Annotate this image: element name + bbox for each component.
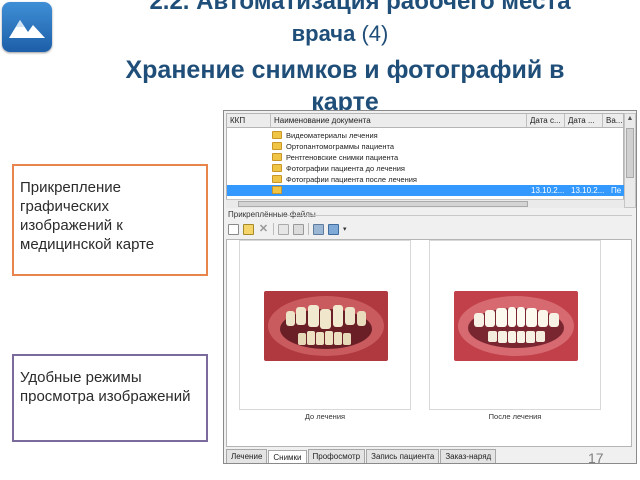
tab-treatment[interactable]: Лечение (226, 449, 268, 463)
image-viewer: До лечения После лечения (226, 239, 632, 447)
chevron-down-icon[interactable]: ▾ (343, 225, 349, 233)
grid-header-document-name[interactable]: Наименование документа (271, 114, 527, 127)
horizontal-scroll-thumb[interactable] (238, 201, 528, 207)
app-logo (2, 2, 52, 52)
folder-icon (272, 153, 282, 161)
callout-attach-images: Прикрепление графических изображений к м… (12, 164, 208, 276)
slide-title-doctor: врача (291, 21, 356, 46)
copy-icon[interactable] (278, 223, 289, 235)
edit-icon[interactable] (243, 223, 254, 235)
folder-icon (272, 131, 282, 139)
scroll-up-icon[interactable]: ▲ (625, 114, 635, 124)
tree-row-date-from: 13.10.2... (531, 186, 565, 195)
folder-icon (272, 142, 282, 150)
folder-icon (272, 186, 282, 194)
grid-header-date-from[interactable]: Дата с... (527, 114, 565, 127)
view-mode-icon[interactable] (328, 223, 339, 235)
tree-row[interactable]: Рентгеновские снимки пациента (227, 152, 624, 163)
grid-header-variant[interactable]: Ва... (603, 114, 623, 127)
slide-title-line-3: Хранение снимков и фотографий в (125, 56, 565, 84)
teeth-after-photo (454, 291, 578, 361)
tree-row-date-to: 13.10.2... (571, 186, 605, 195)
bottom-tabs: Лечение Снимки Профосмотр Запись пациент… (226, 449, 497, 463)
toolbar-separator (308, 223, 309, 235)
paste-icon[interactable] (293, 223, 304, 235)
app-window: ККП Наименование документа Дата с... Дат… (223, 110, 637, 464)
new-document-icon[interactable] (228, 223, 239, 235)
callout-view-modes: Удобные режимы просмотра изображений (12, 354, 208, 442)
tab-checkup[interactable]: Профосмотр (307, 449, 366, 463)
image-thumbnail-after[interactable] (429, 240, 601, 410)
caption-after: После лечения (488, 412, 542, 421)
horizontal-scrollbar[interactable] (226, 199, 624, 208)
tree-row-selected[interactable]: 13.10.2... 13.10.2... Пе (227, 185, 624, 196)
tree-row[interactable]: Ортопантомограммы пациента (227, 141, 624, 152)
teeth-before-photo (264, 291, 388, 361)
folder-icon (272, 164, 282, 172)
vertical-scroll-thumb[interactable] (626, 128, 634, 178)
tree-row-label: Видеоматериалы лечения (286, 131, 378, 140)
tree-row[interactable]: Фотографии пациента до лечения (227, 163, 624, 174)
slide-title-line-1: 2.2. Автоматизация рабочего места (149, 0, 571, 15)
grid-header: ККП Наименование документа Дата с... Дат… (226, 113, 624, 128)
toolbar-separator (273, 223, 274, 235)
tab-images[interactable]: Снимки (268, 450, 307, 463)
vertical-scrollbar[interactable]: ▲ (624, 113, 636, 208)
tree-row-variant: Пе (611, 186, 622, 195)
scan-image-icon[interactable] (313, 223, 324, 235)
document-tree: Видеоматериалы лечения Ортопантомограммы… (226, 128, 624, 208)
folder-icon (272, 175, 282, 183)
mountain-logo-icon (9, 20, 45, 38)
tree-row[interactable]: Фотографии пациента после лечения (227, 174, 624, 185)
tree-row-label: Ортопантомограммы пациента (286, 142, 395, 151)
page-number: 17 (588, 450, 604, 466)
grid-header-date-to[interactable]: Дата ... (565, 114, 603, 127)
tree-row[interactable]: Видеоматериалы лечения (227, 130, 624, 141)
tree-row-label: Фотографии пациента после лечения (286, 175, 417, 184)
slide-title-line-2: врача (4) (60, 20, 620, 48)
tree-row-label: Фотографии пациента до лечения (286, 164, 405, 173)
attachments-toolbar: ✕ ▾ (228, 222, 632, 236)
grid-header-kkp[interactable]: ККП (227, 114, 271, 127)
slide-title-number: (4) (361, 21, 389, 46)
section-divider (284, 215, 632, 216)
tree-row-label: Рентгеновские снимки пациента (286, 153, 399, 162)
image-thumbnail-before[interactable] (239, 240, 411, 410)
tab-work-order[interactable]: Заказ-наряд (440, 449, 497, 463)
delete-icon[interactable]: ✕ (258, 223, 269, 235)
caption-before: До лечения (304, 412, 346, 421)
tab-patient-appointment[interactable]: Запись пациента (366, 449, 440, 463)
